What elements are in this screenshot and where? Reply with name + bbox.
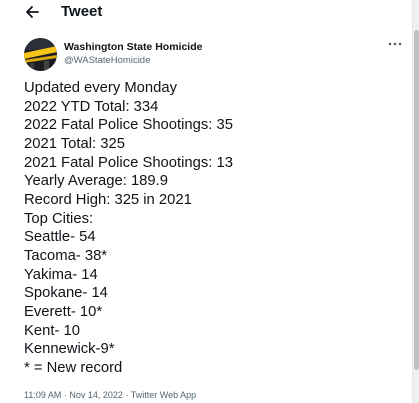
author-name[interactable]: Washington State Homicide [64,41,202,53]
tweet-line-city-yakima: Yakima- 14 [24,266,98,283]
tweet-line-city-tacoma: Tacoma- 38* [24,247,108,264]
scrollbar-thumb[interactable] [414,30,419,370]
tweet-line-city-kent: Kent- 10 [24,322,80,339]
tweet-line-2022-total: 2022 YTD Total: 334 [24,98,159,115]
tweet-text: Updated every Monday 2022 YTD Total: 334… [24,79,404,378]
scrollbar[interactable] [412,0,419,403]
tweet-line-2021-total: 2021 Total: 325 [24,135,125,152]
tweet-line-city-spokane: Spokane- 14 [24,285,108,302]
author-handle[interactable]: @WAStateHomicide [64,55,150,66]
tweet-page: Tweet Washington State Homicide @WAState… [0,0,419,403]
avatar[interactable] [24,38,57,71]
tweet-line-2021-police-shootings: 2021 Fatal Police Shootings: 13 [24,154,233,171]
tweet-timestamp-date[interactable]: Nov 14, 2022 [69,390,123,400]
tweet-line-top-cities-heading: Top Cities: [24,210,94,227]
avatar-image [24,38,57,71]
more-horizontal-icon[interactable] [387,38,403,50]
top-bar: Tweet [0,0,412,27]
meta-separator: · [63,390,67,400]
tweet-line-city-kennewick: Kennewick-9* [24,341,115,358]
tweet-line-2022-police-shootings: 2022 Fatal Police Shootings: 35 [24,117,233,134]
tweet-source[interactable]: Twitter Web App [131,390,196,400]
tweet-metadata: 11:09 AM · Nov 14, 2022 · Twitter Web Ap… [24,390,196,400]
tweet-line-update-note: Updated every Monday [24,80,177,96]
tweet-line-city-seattle: Seattle- 54 [24,229,96,246]
arrow-left-icon[interactable] [22,2,42,22]
page-title: Tweet [61,3,103,20]
tweet-line-record-high: Record High: 325 in 2021 [24,191,192,208]
tweet-line-city-everett: Everett- 10* [24,303,103,320]
tweet-line-yearly-average: Yearly Average: 189.9 [24,173,168,190]
meta-separator: · [125,390,129,400]
tweet-timestamp-time[interactable]: 11:09 AM [24,390,61,400]
tweet-line-footnote: * = New record [24,359,123,376]
